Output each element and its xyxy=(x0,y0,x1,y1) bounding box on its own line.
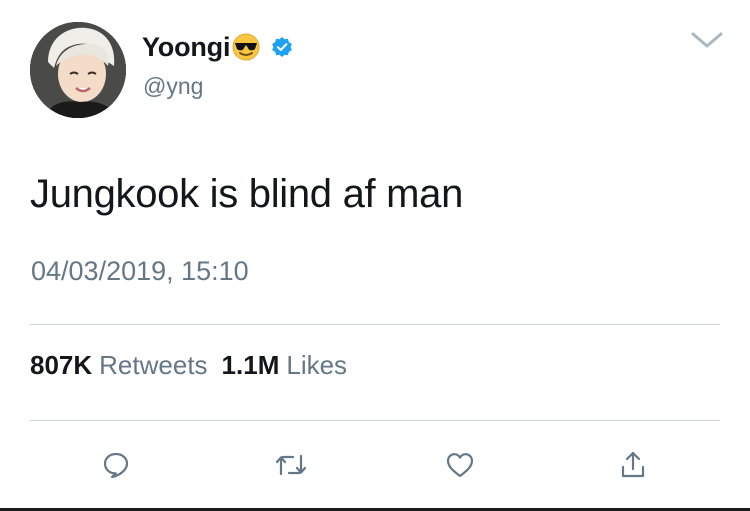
retweet-button[interactable] xyxy=(271,445,311,485)
share-button[interactable] xyxy=(613,445,653,485)
like-button[interactable] xyxy=(440,445,480,485)
retweets-label[interactable]: Retweets xyxy=(99,350,207,381)
chevron-down-icon[interactable] xyxy=(690,30,724,50)
tweet-actions-bar xyxy=(0,440,750,490)
user-name-row[interactable]: Yoongi xyxy=(142,30,293,64)
divider xyxy=(30,324,720,325)
reply-button[interactable] xyxy=(96,445,136,485)
like-icon xyxy=(446,453,474,478)
avatar-photo xyxy=(30,22,126,118)
likes-count[interactable]: 1.1M xyxy=(222,350,280,381)
tweet-stats: 807K Retweets 1.1M Likes xyxy=(30,350,361,381)
user-handle[interactable]: @yng xyxy=(143,73,203,100)
retweets-count[interactable]: 807K xyxy=(30,350,92,381)
retweet-icon xyxy=(275,454,307,476)
verified-badge-icon xyxy=(271,36,293,58)
tweet-timestamp[interactable]: 04/03/2019, 15:10 xyxy=(31,256,249,287)
reply-icon xyxy=(103,452,129,479)
tweet-text: Jungkook is blind af man xyxy=(30,172,464,216)
likes-label[interactable]: Likes xyxy=(286,350,347,381)
display-name[interactable]: Yoongi xyxy=(142,32,230,63)
avatar[interactable] xyxy=(30,22,126,118)
share-icon xyxy=(621,451,645,478)
divider xyxy=(30,420,720,421)
smiling-face-with-sunglasses-icon xyxy=(231,32,261,62)
